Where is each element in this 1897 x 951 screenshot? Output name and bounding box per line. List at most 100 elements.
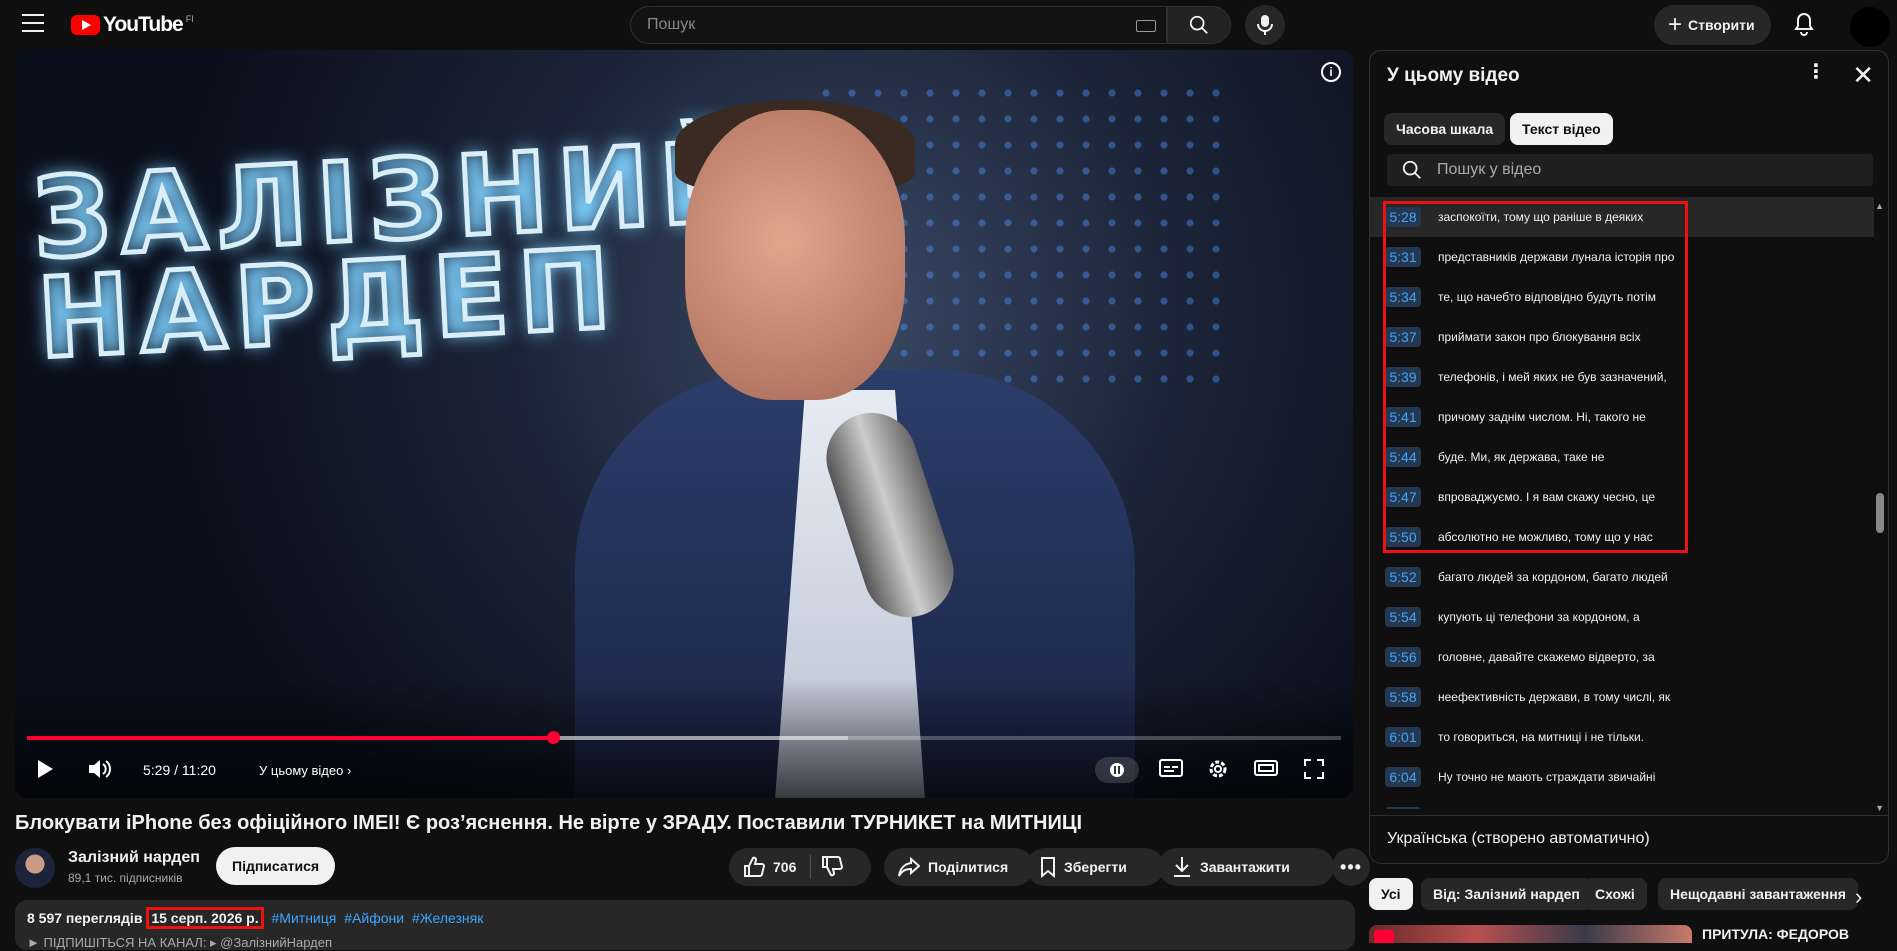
play-button[interactable] bbox=[35, 758, 55, 785]
transcript-timestamp[interactable]: 5:52 bbox=[1385, 567, 1421, 587]
transcript-row[interactable]: 5:52 багато людей за кордоном, багато люд… bbox=[1370, 557, 1874, 597]
filter-chip-recent-uploads[interactable]: Нещодавні завантаження bbox=[1658, 878, 1858, 910]
account-avatar[interactable] bbox=[1850, 7, 1890, 47]
download-button[interactable]: Завантажити bbox=[1158, 848, 1334, 886]
save-button[interactable]: Зберегти bbox=[1026, 848, 1164, 886]
panel-title: У цьому відео bbox=[1387, 65, 1520, 86]
scroll-down-arrow-icon[interactable]: ▼ bbox=[1875, 803, 1884, 813]
channel-avatar[interactable] bbox=[15, 848, 55, 888]
transcript-timestamp[interactable]: 5:39 bbox=[1385, 367, 1421, 387]
chapter-button[interactable]: У цьому відео › bbox=[259, 763, 351, 778]
voice-search-button[interactable] bbox=[1245, 5, 1285, 45]
transcript-text: Ну точно не мають страждати звичайні bbox=[1438, 770, 1656, 784]
theater-mode-button[interactable] bbox=[1254, 758, 1278, 783]
transcript-timestamp[interactable]: 5:56 bbox=[1385, 647, 1421, 667]
notifications-bell-icon[interactable] bbox=[1793, 12, 1815, 41]
transcript-timestamp[interactable]: 5:47 bbox=[1385, 487, 1421, 507]
transcript-row[interactable]: 5:56 головне, давайте скажемо відверто, з… bbox=[1370, 637, 1874, 677]
chevron-right-icon[interactable]: › bbox=[1855, 884, 1862, 910]
transcript-timestamp[interactable]: 5:31 bbox=[1385, 247, 1421, 267]
share-button[interactable]: Поділитися bbox=[884, 848, 1034, 886]
transcript-row[interactable]: 6:04 Ну точно не мають страждати звичайні bbox=[1370, 757, 1874, 797]
transcript-text: багато людей за кордоном, багато людей bbox=[1438, 570, 1668, 584]
subscribe-button[interactable]: Підписатися bbox=[216, 847, 336, 885]
search-icon bbox=[1402, 160, 1421, 179]
volume-button[interactable] bbox=[87, 758, 111, 785]
subtitles-button[interactable] bbox=[1159, 758, 1183, 783]
download-icon bbox=[1172, 856, 1192, 878]
hashtag-link[interactable]: #Железняк bbox=[412, 910, 483, 926]
autoplay-toggle[interactable] bbox=[1095, 757, 1139, 783]
transcript-search-input[interactable] bbox=[1437, 161, 1857, 179]
info-icon[interactable]: i bbox=[1321, 62, 1341, 82]
share-icon bbox=[898, 857, 920, 877]
transcript-timestamp[interactable]: 5:37 bbox=[1385, 327, 1421, 347]
recommended-video[interactable]: ПРИТУЛА: ФЕДОРОВ bbox=[1369, 922, 1889, 943]
filter-chip-all[interactable]: Усі bbox=[1369, 878, 1413, 910]
search-button[interactable] bbox=[1167, 6, 1231, 44]
keyboard-icon[interactable] bbox=[1136, 20, 1156, 32]
transcript-row[interactable]: 5:47 впроваджуємо. І я вам скажу чесно, ц… bbox=[1370, 477, 1874, 517]
transcript-timestamp[interactable]: 5:58 bbox=[1385, 687, 1421, 707]
youtube-logo[interactable]: YouTube FI bbox=[71, 13, 194, 37]
youtube-play-icon bbox=[71, 15, 100, 35]
tab-timeline[interactable]: Часова шкала bbox=[1384, 113, 1506, 145]
transcript-row[interactable]: 5:31 представників держави лунала історія… bbox=[1370, 237, 1874, 277]
transcript-row[interactable]: 5:54 купують ці телефони за кордоном, а bbox=[1370, 597, 1874, 637]
create-label: Створити bbox=[1688, 17, 1755, 33]
more-actions-button[interactable]: ••• bbox=[1332, 848, 1370, 886]
search-input[interactable] bbox=[647, 16, 1127, 34]
transcript-language-selector[interactable]: Українська (створено автоматично) bbox=[1387, 830, 1650, 848]
video-player[interactable]: ЗАЛІЗНИЙ НАРДЕП i 5:29 / 11:20 У цьому ві… bbox=[15, 50, 1353, 798]
transcript-row[interactable]: 5:34 те, що начебто відповідно будуть пот… bbox=[1370, 277, 1874, 317]
transcript-row[interactable]: 5:50 абсолютно не можливо, тому що у нас bbox=[1370, 517, 1874, 557]
autoplay-pause-icon bbox=[1110, 763, 1124, 777]
transcript-text: головне, давайте скажемо відверто, за bbox=[1438, 650, 1655, 664]
video-title: Блокувати iPhone без офіційного IMEI! Є … bbox=[15, 812, 1083, 834]
transcript-timestamp[interactable]: 6:01 bbox=[1385, 727, 1421, 747]
transcript-timestamp[interactable]: 5:54 bbox=[1385, 607, 1421, 627]
transcript-text: то говориться, на митниці і не тільки. bbox=[1438, 730, 1644, 744]
transcript-timestamp[interactable]: 5:34 bbox=[1385, 287, 1421, 307]
transcript-list[interactable]: 5:28 заспокоїти, тому що раніше в деяких 5… bbox=[1370, 197, 1874, 809]
hashtag-link[interactable]: #Айфони bbox=[344, 910, 404, 926]
transcript-text: причому заднім числом. Ні, такого не bbox=[1438, 410, 1646, 424]
transcript-scrollbar-thumb[interactable] bbox=[1876, 493, 1884, 533]
filter-chip-from-channel[interactable]: Від: Залізний нардеп bbox=[1421, 878, 1592, 910]
filter-chip-similar[interactable]: Схожі bbox=[1583, 878, 1647, 910]
dislike-button[interactable] bbox=[821, 855, 844, 880]
transcript-row[interactable]: 5:41 причому заднім числом. Ні, такого не bbox=[1370, 397, 1874, 437]
mic-icon bbox=[1257, 15, 1273, 35]
kebab-menu-icon[interactable]: ⋮ bbox=[1806, 62, 1826, 82]
menu-icon[interactable] bbox=[22, 14, 44, 32]
transcript-timestamp[interactable]: 6:07 bbox=[1385, 807, 1421, 809]
subtitles-icon bbox=[1159, 759, 1183, 777]
hashtag-link[interactable]: #Митниця bbox=[272, 910, 337, 926]
progress-bar[interactable] bbox=[27, 731, 1341, 744]
transcript-row[interactable]: 5:37 приймати закон про блокування всіх bbox=[1370, 317, 1874, 357]
transcript-timestamp[interactable]: 6:04 bbox=[1385, 767, 1421, 787]
transcript-row[interactable]: 6:01 то говориться, на митниці і не тільк… bbox=[1370, 717, 1874, 757]
transcript-timestamp[interactable]: 5:50 bbox=[1385, 527, 1421, 547]
transcript-timestamp[interactable]: 5:44 bbox=[1385, 447, 1421, 467]
fullscreen-icon bbox=[1304, 759, 1324, 779]
logo-country-code: FI bbox=[185, 14, 194, 24]
tab-transcript[interactable]: Текст відео bbox=[1510, 113, 1613, 145]
create-button[interactable]: + Створити bbox=[1654, 5, 1771, 45]
close-icon[interactable]: ✕ bbox=[1852, 62, 1874, 88]
like-button[interactable] bbox=[743, 856, 765, 878]
progress-scrubber[interactable] bbox=[546, 731, 560, 744]
transcript-timestamp[interactable]: 5:41 bbox=[1385, 407, 1421, 427]
transcript-row[interactable]: 5:58 неефективність держави, в тому числі… bbox=[1370, 677, 1874, 717]
transcript-row[interactable]: 6:07люди, які купували ці телефони, в то… bbox=[1370, 797, 1874, 809]
transcript-row[interactable]: 5:39 телефонів, і мей яких не був зазначе… bbox=[1370, 357, 1874, 397]
transcript-timestamp[interactable]: 5:28 bbox=[1385, 207, 1421, 227]
logo-text: YouTube bbox=[103, 13, 184, 36]
scroll-up-arrow-icon[interactable]: ▲ bbox=[1875, 201, 1884, 211]
transcript-row[interactable]: 5:44 буде. Ми, як держава, таке не bbox=[1370, 437, 1874, 477]
transcript-text: купують ці телефони за кордоном, а bbox=[1438, 610, 1640, 624]
transcript-row[interactable]: 5:28 заспокоїти, тому що раніше в деяких bbox=[1370, 197, 1874, 237]
channel-name[interactable]: Залізний нардеп bbox=[68, 849, 200, 867]
fullscreen-button[interactable] bbox=[1303, 758, 1325, 785]
settings-button[interactable] bbox=[1207, 758, 1229, 785]
